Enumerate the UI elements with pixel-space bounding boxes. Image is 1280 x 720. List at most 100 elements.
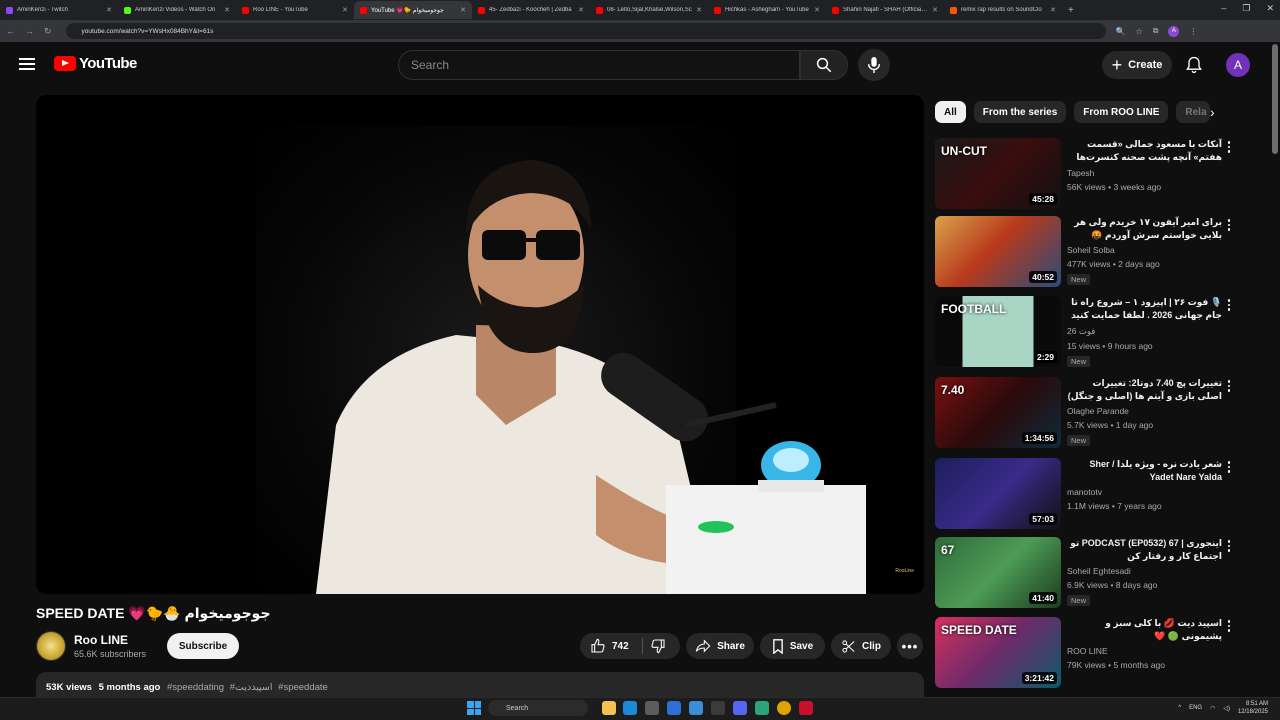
tab-close-icon[interactable]: ✕ <box>932 6 938 14</box>
more-vertical-icon[interactable] <box>1223 461 1235 475</box>
browser-tab[interactable]: 45- Zedbazi - Koocheh | Zedba ✕ <box>472 1 590 19</box>
recommended-video[interactable]: SPEED DATE 3:21:42 اسپید دیت 💋 با کلی سبز … <box>935 617 1235 689</box>
video-thumbnail[interactable]: 40:52 <box>935 216 1061 287</box>
recommended-video-title[interactable]: شعر یادت نره - ویژه یلدا / Sher Yadet Na… <box>1067 458 1222 484</box>
chip-all[interactable]: All <box>935 101 966 123</box>
recommended-video[interactable]: 57:03 شعر یادت نره - ویژه یلدا / Sher Yad… <box>935 458 1235 530</box>
recommended-channel-name[interactable]: manototv <box>1067 487 1222 497</box>
browser-profile-avatar[interactable]: A <box>1168 25 1180 37</box>
language-indicator[interactable]: ENG <box>1189 705 1202 711</box>
more-vertical-icon[interactable] <box>1223 219 1235 233</box>
store-icon[interactable] <box>645 701 659 715</box>
tab-close-icon[interactable]: ✕ <box>814 6 820 14</box>
browser-tab[interactable]: YouTube 💗🐤 جوجومیخوام ✕ <box>354 1 472 19</box>
thumbs-down-icon[interactable] <box>650 638 666 654</box>
page-scrollbar[interactable] <box>1272 44 1278 154</box>
tab-close-icon[interactable]: ✕ <box>342 6 348 14</box>
recommended-video-title[interactable]: اسپید دیت 💋 با کلی سبز و پشیمونی 🟢 ❤️ <box>1067 617 1222 643</box>
clock[interactable]: 8:51 AM 12/18/2025 <box>1238 700 1268 716</box>
video-thumbnail[interactable]: FOOTBALL 2:29 <box>935 296 1061 367</box>
file-explorer-icon[interactable] <box>602 701 616 715</box>
hashtag[interactable]: #speeddating <box>167 682 224 693</box>
minimize-icon[interactable]: – <box>1221 3 1226 14</box>
save-button[interactable]: Save <box>760 633 825 659</box>
hashtag[interactable]: #اسپیددیت <box>230 682 273 693</box>
browser-tab[interactable]: AminKenzi - Twitch ✕ <box>0 1 118 19</box>
recommended-video-title[interactable]: 🎙️ فوت ۲۶ | اپیزود ۱ – شروع راه تا جام ج… <box>1067 296 1222 323</box>
zoom-icon[interactable]: 🔍 <box>1116 27 1126 36</box>
taskbar-search[interactable]: Search <box>488 700 588 716</box>
tab-close-icon[interactable]: ✕ <box>106 6 112 14</box>
video-thumbnail[interactable]: 57:03 <box>935 458 1061 529</box>
back-icon[interactable]: ← <box>6 26 15 36</box>
video-thumbnail[interactable]: 67 41:40 <box>935 537 1061 608</box>
tab-close-icon[interactable]: ✕ <box>578 6 584 14</box>
tab-close-icon[interactable]: ✕ <box>696 6 702 14</box>
browser-tab[interactable]: Shahin Najafi - SHAH (Official M ✕ <box>826 1 944 19</box>
chip-from-channel[interactable]: From ROO LINE <box>1074 101 1169 123</box>
app-red-icon[interactable] <box>799 701 813 715</box>
recommended-video[interactable]: UN-CUT 45:28 آنکات با مسعود جمالی «قسمت هف… <box>935 138 1235 210</box>
browser-tab[interactable]: 08- Lelto,Sijal,Khalse,Wilson,Sc ✕ <box>590 1 708 19</box>
video-thumbnail[interactable]: SPEED DATE 3:21:42 <box>935 617 1061 688</box>
recommended-channel-name[interactable]: Soheil Solba <box>1067 245 1222 255</box>
url-input[interactable]: youtube.com/watch?v=YWsHx084BhY&t=61s <box>65 23 1106 39</box>
maximize-icon[interactable]: ❐ <box>1242 3 1250 14</box>
recommended-channel-name[interactable]: Tapesh <box>1067 168 1222 178</box>
vscode-icon[interactable] <box>689 701 703 715</box>
video-player[interactable]: RooLine <box>36 95 924 594</box>
windows-start-icon[interactable] <box>467 701 481 715</box>
recommended-video[interactable]: 40:52 برای امیر آیفون ۱۷ خریدم ولی هر بلا… <box>935 216 1235 288</box>
more-vertical-icon[interactable] <box>1223 141 1235 155</box>
chevron-up-icon[interactable]: ^ <box>1178 705 1181 711</box>
more-vertical-icon[interactable] <box>1223 380 1235 394</box>
recommended-channel-name[interactable]: Olaghe Parande <box>1067 406 1222 416</box>
reload-icon[interactable]: ↻ <box>44 26 52 37</box>
share-button[interactable]: Share <box>686 633 754 659</box>
channel-name[interactable]: Roo LINE <box>74 633 128 647</box>
new-tab-icon[interactable]: + <box>1062 5 1080 16</box>
recommended-video-title[interactable]: تغییرات پچ 7.40 دوتا2: تغییرات اصلی بازی… <box>1067 377 1222 403</box>
tab-close-icon[interactable]: ✕ <box>224 6 230 14</box>
hashtag[interactable]: #speeddate <box>278 682 328 693</box>
more-vertical-icon[interactable] <box>1223 299 1235 313</box>
browser-tab[interactable]: AminKenzi Videos - Watch On ✕ <box>118 1 236 19</box>
recommended-video-title[interactable]: برای امیر آیفون ۱۷ خریدم ولی هر بلایی خو… <box>1067 216 1222 242</box>
tab-close-icon[interactable]: ✕ <box>460 6 466 14</box>
voice-search-button[interactable] <box>858 49 890 81</box>
notifications-bell-icon[interactable] <box>1184 55 1204 75</box>
video-thumbnail[interactable]: 7.40 1:34:56 <box>935 377 1061 448</box>
account-avatar[interactable]: A <box>1226 53 1250 77</box>
discord-icon[interactable] <box>733 701 747 715</box>
search-input[interactable]: Search <box>398 50 800 80</box>
subscribe-button[interactable]: Subscribe <box>167 633 239 659</box>
hamburger-menu-icon[interactable] <box>19 58 35 70</box>
recommended-video[interactable]: 7.40 1:34:56 تغییرات پچ 7.40 دوتا2: تغییرا… <box>935 377 1235 449</box>
youtube-logo[interactable]: YouTube <box>54 55 137 72</box>
volume-icon[interactable]: ◁) <box>1223 705 1230 712</box>
wifi-icon[interactable]: ◠ <box>1210 705 1215 712</box>
app-green-icon[interactable] <box>755 701 769 715</box>
chip-related[interactable]: Rela <box>1176 101 1211 123</box>
app-icon[interactable] <box>667 701 681 715</box>
edge-icon[interactable] <box>623 701 637 715</box>
bookmark-star-icon[interactable]: ☆ <box>1136 27 1143 36</box>
recommended-channel-name[interactable]: فوت 26 <box>1067 326 1222 337</box>
search-button[interactable] <box>800 50 848 80</box>
recommended-channel-name[interactable]: ROO LINE <box>1067 646 1222 656</box>
create-button[interactable]: + Create <box>1102 51 1172 79</box>
clip-button[interactable]: Clip <box>831 633 891 659</box>
close-window-icon[interactable]: ✕ <box>1266 3 1274 14</box>
recommended-video-title[interactable]: اینجوری | 67 PODCAST (EP0532) تو اجتماع … <box>1067 537 1222 563</box>
tab-close-icon[interactable]: ✕ <box>1050 6 1056 14</box>
extensions-icon[interactable]: ⧉ <box>1153 26 1159 36</box>
recommended-video-title[interactable]: آنکات با مسعود جمالی «قسمت هفتم» آنچه پش… <box>1067 138 1222 165</box>
browser-tab[interactable]: Roo LINE - YouTube ✕ <box>236 1 354 19</box>
chip-from-series[interactable]: From the series <box>973 101 1067 123</box>
more-actions-button[interactable]: ••• <box>897 633 923 659</box>
chevron-right-icon[interactable]: › <box>1210 104 1215 120</box>
channel-avatar[interactable] <box>36 631 66 661</box>
more-vertical-icon[interactable] <box>1223 540 1235 554</box>
terminal-icon[interactable] <box>711 701 725 715</box>
chrome-icon[interactable] <box>777 701 791 715</box>
